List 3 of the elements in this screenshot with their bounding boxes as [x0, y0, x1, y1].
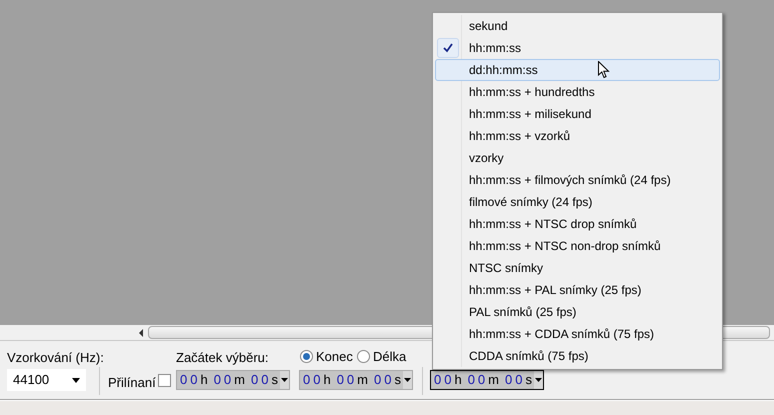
snap-label: Přilínaní	[108, 374, 156, 392]
selection-start-label: Začátek výběru:	[176, 349, 268, 367]
sample-rate-label: Vzorkování (Hz):	[7, 349, 104, 367]
